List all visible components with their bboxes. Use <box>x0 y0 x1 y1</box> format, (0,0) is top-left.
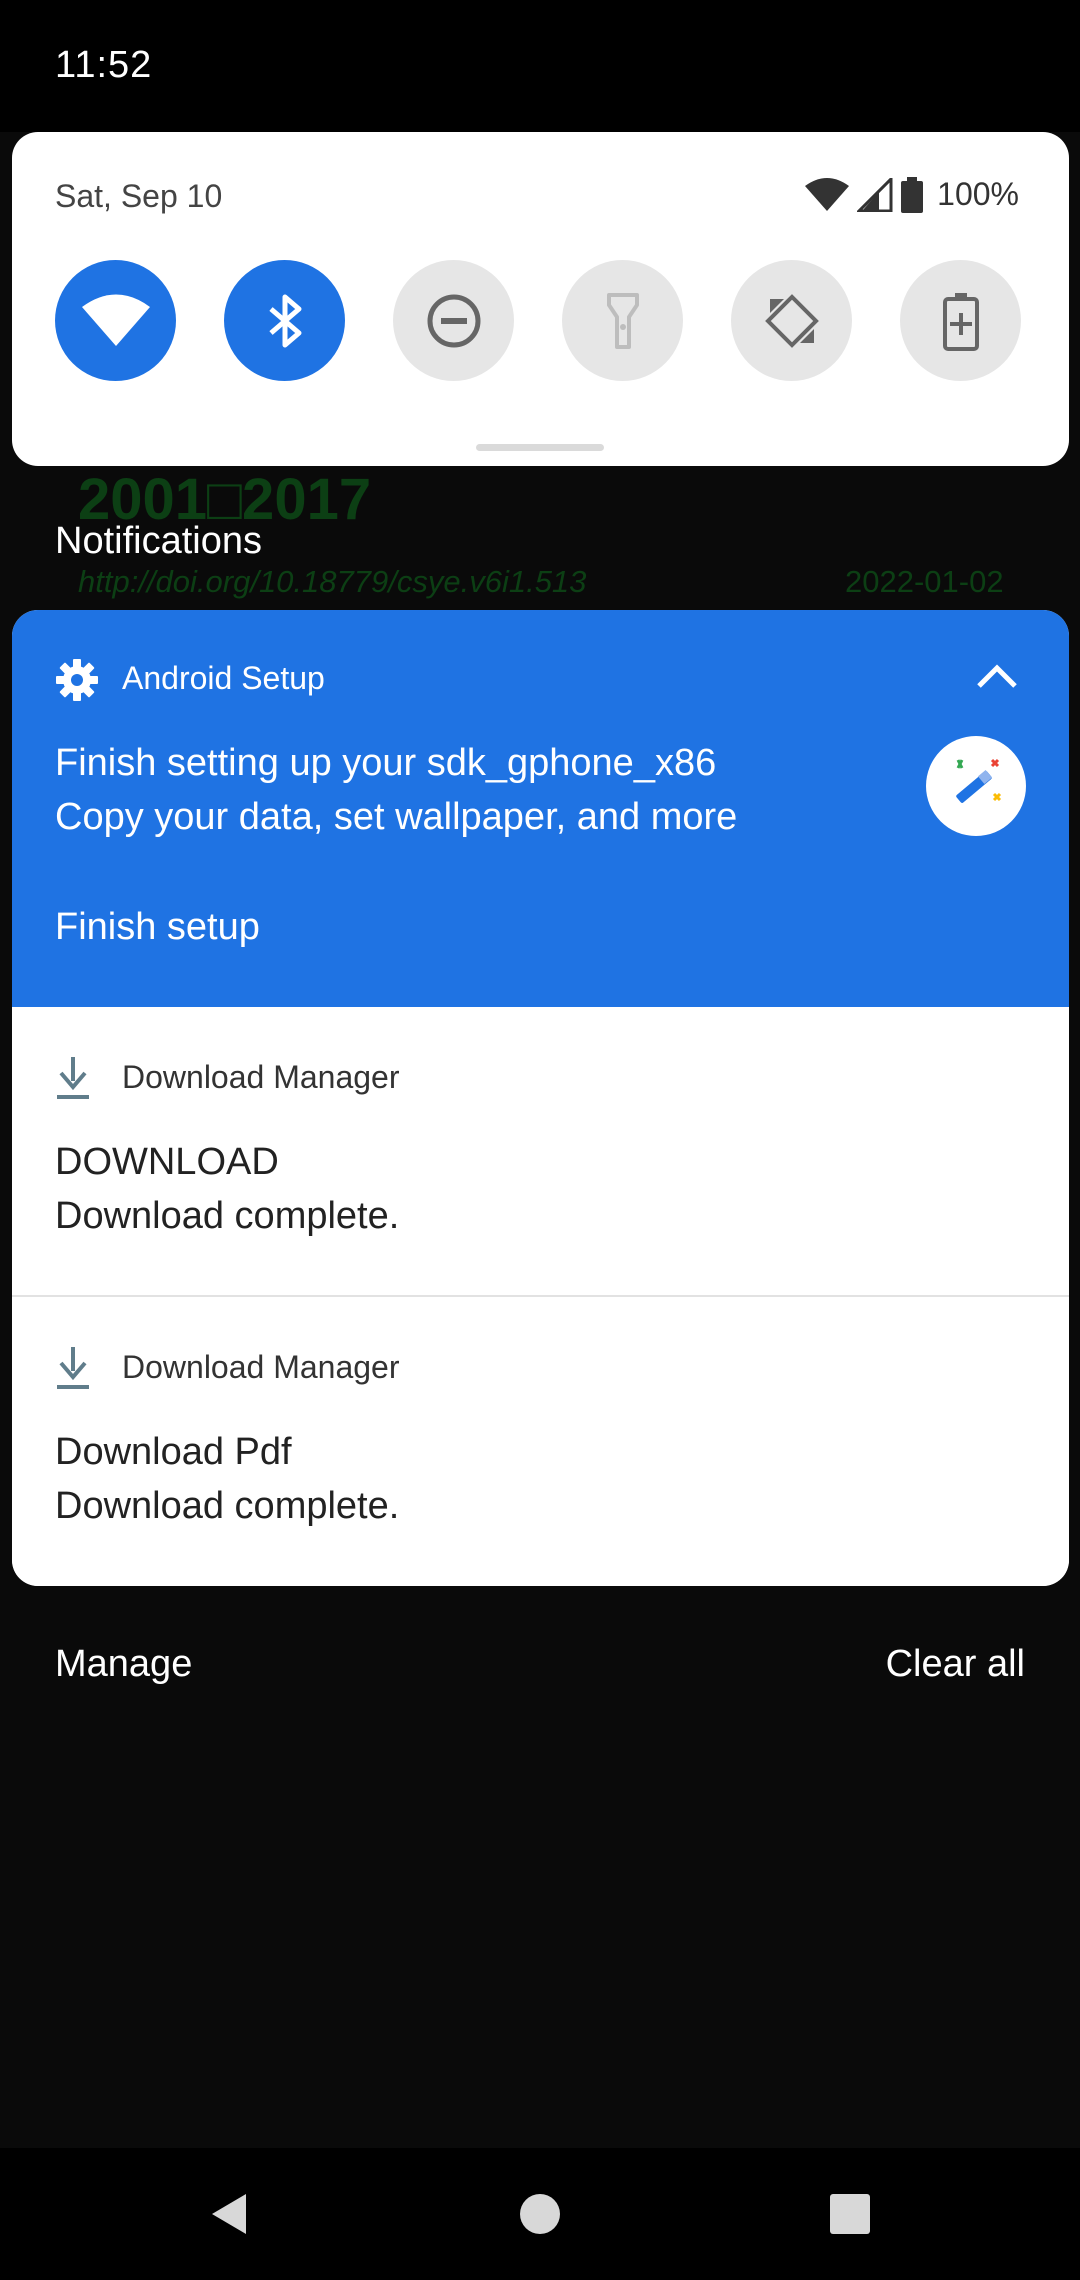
battery-icon <box>901 176 924 213</box>
quick-settings-panel: Sat, Sep 10 100% <box>12 132 1069 466</box>
download-notification[interactable]: Download Manager DOWNLOAD Download compl… <box>12 1007 1069 1297</box>
status-bar: 11:52 <box>0 0 1080 132</box>
battery-saver-tile[interactable] <box>900 260 1021 381</box>
download-text: Download complete. <box>55 1195 400 1237</box>
battery-percentage: 100% <box>937 176 1019 212</box>
download-app-name: Download Manager <box>122 1059 400 1095</box>
magic-wand-icon <box>926 736 1026 836</box>
notification-list: Android Setup Finish setting up your sdk… <box>12 610 1069 1586</box>
wifi-tile[interactable] <box>55 260 176 381</box>
download-icon <box>55 1347 91 1396</box>
download-text: Download complete. <box>55 1485 400 1527</box>
bluetooth-tile[interactable] <box>224 260 345 381</box>
flashlight-icon <box>606 292 639 349</box>
qs-status-icons: 100% <box>805 176 1019 213</box>
download-app-name: Download Manager <box>122 1349 400 1385</box>
qs-date: Sat, Sep 10 <box>55 178 223 214</box>
status-time: 11:52 <box>55 44 153 86</box>
setup-text: Copy your data, set wallpaper, and more <box>55 796 738 838</box>
setup-app-name: Android Setup <box>122 660 325 696</box>
back-icon[interactable] <box>200 2186 256 2242</box>
gear-icon <box>55 658 99 707</box>
setup-title: Finish setting up your sdk_gphone_x86 <box>55 742 717 784</box>
background-link: http://doi.org/10.18779/csye.v6i1.513 <box>78 564 587 599</box>
wifi-icon <box>81 294 150 346</box>
background-date: 2022-01-02 <box>845 564 1004 599</box>
cell-signal-icon <box>857 177 893 212</box>
do-not-disturb-tile[interactable] <box>393 260 514 381</box>
navigation-bar <box>0 2148 1080 2280</box>
notification-shade: 11:52 2001□2017 http://doi.org/10.18779/… <box>0 0 1080 2280</box>
manage-button[interactable]: Manage <box>55 1643 192 1686</box>
download-title: DOWNLOAD <box>55 1141 279 1183</box>
download-icon <box>55 1057 91 1106</box>
clear-all-button[interactable]: Clear all <box>886 1643 1025 1686</box>
notifications-header: Notifications <box>55 520 262 562</box>
auto-rotate-icon <box>764 293 819 348</box>
qs-drag-handle[interactable] <box>476 444 604 451</box>
recents-icon[interactable] <box>822 2186 878 2242</box>
battery-saver-icon <box>942 292 979 351</box>
do-not-disturb-icon <box>427 294 480 347</box>
auto-rotate-tile[interactable] <box>731 260 852 381</box>
chevron-up-icon[interactable] <box>975 660 1019 695</box>
download-title: Download Pdf <box>55 1431 292 1473</box>
download-notification[interactable]: Download Manager Download Pdf Download c… <box>12 1297 1069 1586</box>
bluetooth-icon <box>268 294 301 347</box>
android-setup-notification[interactable]: Android Setup Finish setting up your sdk… <box>12 610 1069 1007</box>
flashlight-tile[interactable] <box>562 260 683 381</box>
finish-setup-button[interactable]: Finish setup <box>55 906 260 949</box>
home-icon[interactable] <box>512 2186 568 2242</box>
wifi-signal-icon <box>805 177 850 212</box>
